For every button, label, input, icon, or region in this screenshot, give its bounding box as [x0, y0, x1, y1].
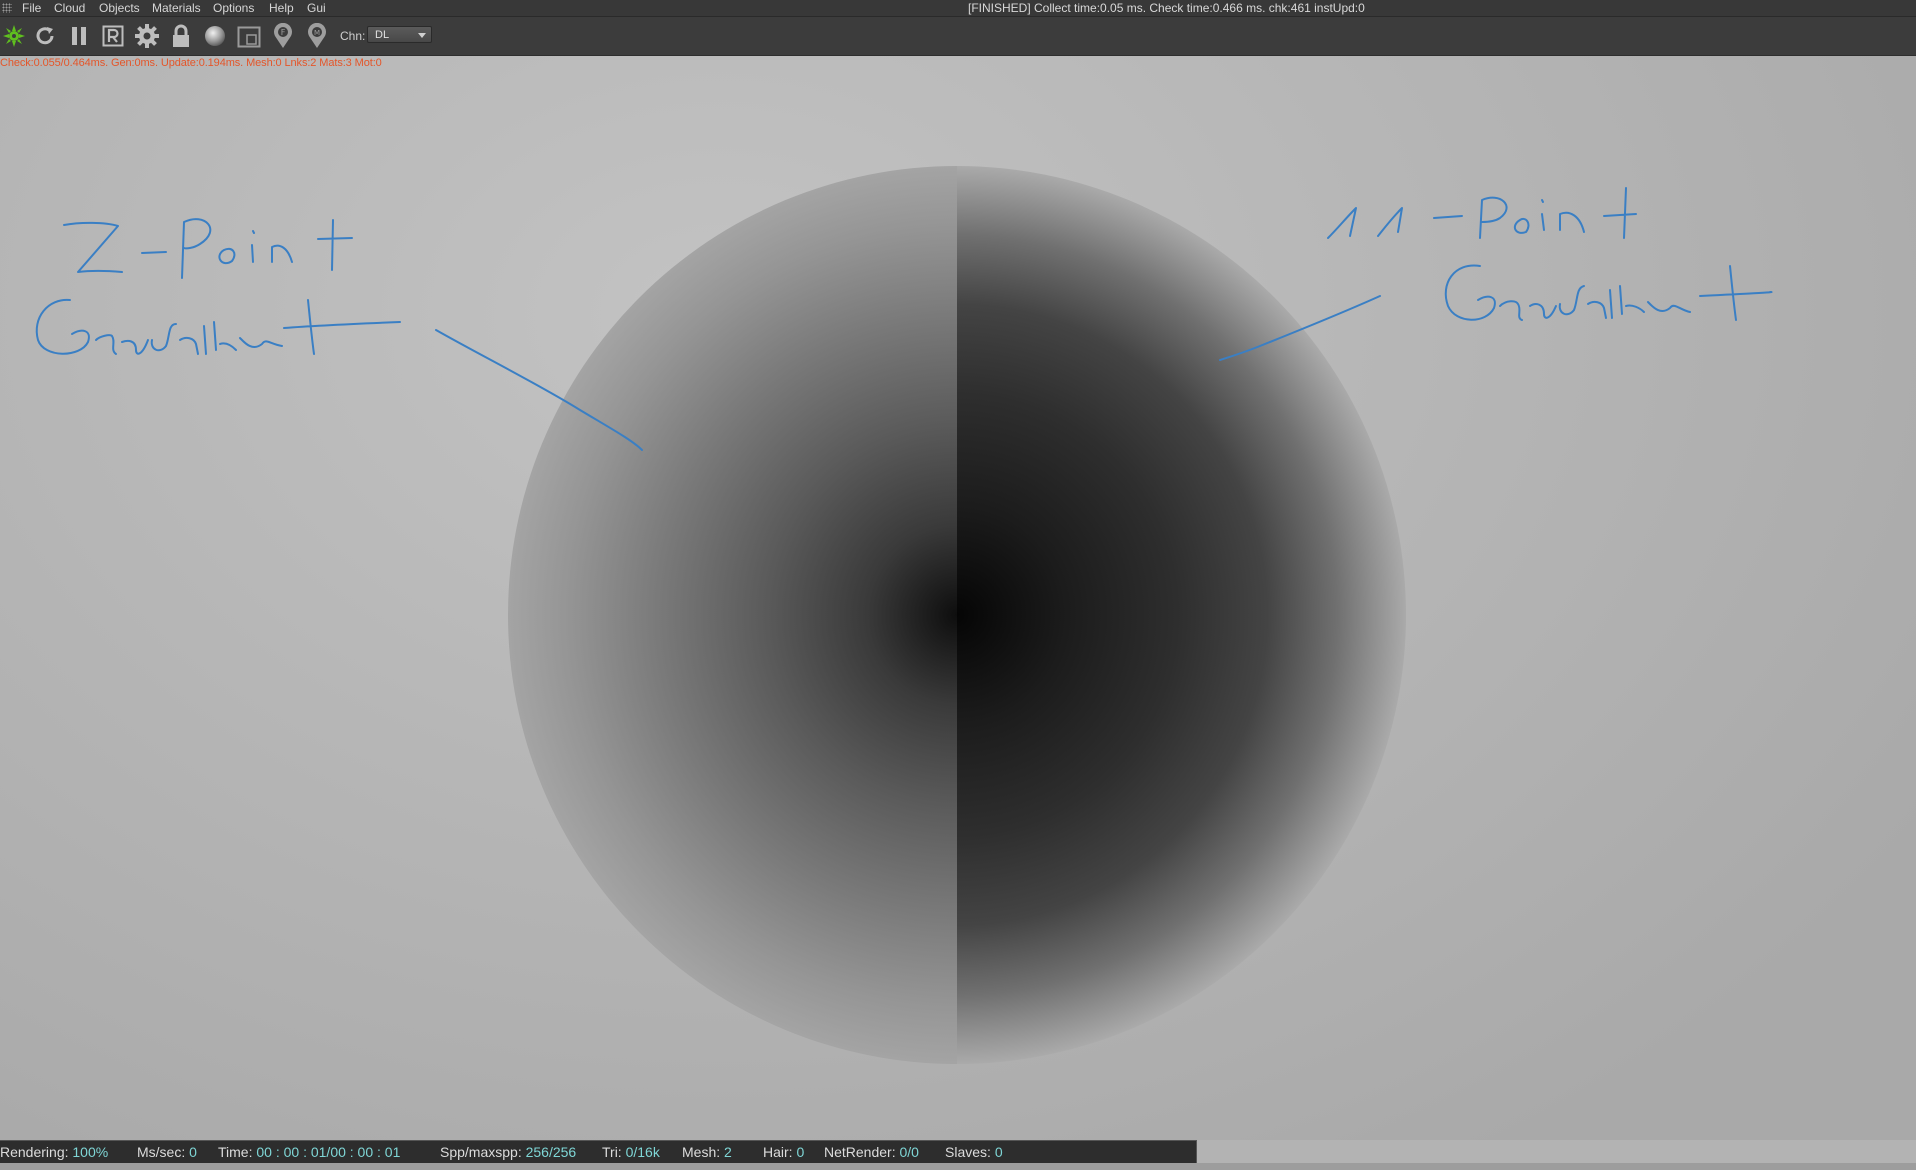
bottom-strip: [0, 1163, 1916, 1170]
channel-select[interactable]: DL: [367, 26, 432, 43]
region-icon[interactable]: [235, 22, 263, 50]
channel-label: Chn:: [340, 29, 366, 43]
time-label: Time:: [218, 1144, 253, 1160]
mssec-label: Ms/sec:: [137, 1144, 186, 1160]
mssec-value: 0: [189, 1144, 197, 1160]
slaves-stat: Slaves: 0: [945, 1141, 1003, 1163]
svg-text:M: M: [314, 29, 320, 37]
slaves-value: 0: [994, 1144, 1003, 1160]
netrender-value: 0/0: [899, 1144, 919, 1160]
menu-gui[interactable]: Gui: [307, 0, 326, 16]
mesh-label: Mesh:: [682, 1144, 721, 1160]
time-stat: Time: 00 : 00 : 01/00 : 00 : 01: [218, 1141, 400, 1163]
netrender-stat: NetRender: 0/0: [824, 1141, 919, 1163]
refresh-icon[interactable]: [31, 22, 59, 50]
handwritten-annotations: [35, 187, 1773, 451]
hair-stat: Hair: 0: [763, 1141, 804, 1163]
channel-value: DL: [375, 29, 390, 41]
r-icon[interactable]: [99, 22, 127, 50]
netrender-label: NetRender:: [824, 1144, 896, 1160]
menu-file[interactable]: File: [22, 0, 41, 16]
tri-stat: Tri: 0/16k: [602, 1141, 660, 1163]
lock-icon[interactable]: [167, 22, 195, 50]
render-status-text: [FINISHED] Collect time:0.05 ms. Check t…: [968, 1, 1365, 15]
tri-value: 0/16k: [625, 1144, 660, 1160]
annotation-right: [1219, 187, 1773, 361]
svg-text:F: F: [281, 28, 286, 37]
menu-cloud[interactable]: Cloud: [54, 0, 85, 16]
menu-options[interactable]: Options: [213, 0, 254, 16]
rendering-value: 100%: [72, 1144, 109, 1160]
menu-bar: File Cloud Objects Materials Options Hel…: [0, 0, 1916, 17]
render-viewport[interactable]: Check:0.055/0.464ms. Gen:0ms. Update:0.1…: [0, 56, 1916, 1140]
menu-help[interactable]: Help: [269, 0, 294, 16]
mssec-stat: Ms/sec: 0: [137, 1141, 197, 1163]
spp-value: 256/256: [525, 1144, 577, 1160]
hair-label: Hair:: [763, 1144, 793, 1160]
render-toolbar: F M Chn: DL: [0, 17, 1916, 56]
annotation-left: [35, 218, 643, 451]
render-status-bar: Rendering: 100% Ms/sec: 0 Time: 00 : 00 …: [0, 1140, 1197, 1163]
menu-objects[interactable]: Objects: [99, 0, 140, 16]
rendering-stat: Rendering: 100%: [0, 1141, 108, 1163]
pin-m-icon[interactable]: M: [303, 22, 331, 50]
hair-value: 0: [796, 1144, 805, 1160]
rendering-label: Rendering:: [0, 1144, 69, 1160]
octane-logo-icon[interactable]: [0, 22, 28, 50]
time-value: 00 : 00 : 01/00 : 00 : 01: [256, 1144, 401, 1160]
render-window: File Cloud Objects Materials Options Hel…: [0, 0, 1916, 1170]
gear-icon[interactable]: [133, 22, 161, 50]
tri-label: Tri:: [602, 1144, 622, 1160]
chevron-down-icon: [418, 33, 426, 38]
grip-icon[interactable]: [2, 3, 12, 13]
slaves-label: Slaves:: [945, 1144, 991, 1160]
spp-stat: Spp/maxspp: 256/256: [440, 1141, 576, 1163]
spp-label: Spp/maxspp:: [440, 1144, 522, 1160]
mesh-value: 2: [724, 1144, 732, 1160]
mesh-stat: Mesh: 2: [682, 1141, 732, 1163]
menu-materials[interactable]: Materials: [152, 0, 201, 16]
pause-icon[interactable]: [65, 22, 93, 50]
pin-f-icon[interactable]: F: [269, 22, 297, 50]
sphere-icon[interactable]: [201, 22, 229, 50]
